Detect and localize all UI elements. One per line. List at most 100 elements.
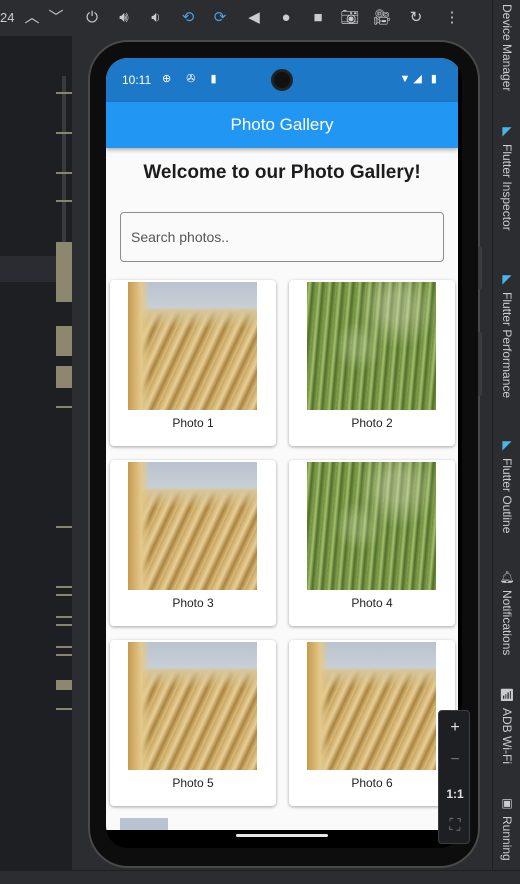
gutter-mark — [56, 586, 72, 588]
tab-flutter-inspector[interactable]: ◤ Flutter Inspector — [493, 124, 520, 231]
zoom-actual-size-button[interactable]: 1:1 — [439, 779, 471, 809]
phone-screen[interactable]: 10:11 ⊕ ✇ ▮ ▼◢ ▮ Photo Gallery Welcome t… — [106, 58, 458, 830]
running-device-icon: ▣ — [501, 796, 513, 810]
status-notification-icons: ⊕ ✇ ▮ — [162, 73, 223, 85]
phone-side-button — [478, 332, 482, 396]
home-gesture-pill[interactable] — [236, 834, 328, 837]
search-field[interactable] — [120, 212, 444, 262]
tab-label: Flutter Outline — [500, 458, 514, 534]
zoom-in-button[interactable]: + — [439, 713, 471, 743]
device-view: 10:11 ⊕ ✇ ▮ ▼◢ ▮ Photo Gallery Welcome t… — [72, 36, 492, 870]
photo-caption: Photo 1 — [172, 416, 214, 430]
scroll-gutter[interactable] — [56, 76, 72, 776]
welcome-heading: Welcome to our Photo Gallery! — [143, 162, 421, 183]
photo-grid[interactable]: Photo 1 Photo 2 Photo 3 Photo 4 Photo 5 … — [106, 278, 458, 830]
photo-card[interactable]: Photo 6 — [289, 640, 455, 806]
gutter-mark — [56, 654, 72, 656]
status-strip — [0, 870, 520, 884]
tab-adb-wifi[interactable]: 📶︎ ADB Wi-Fi — [493, 688, 520, 764]
tab-label: Device Manager — [500, 4, 514, 92]
app-bar: Photo Gallery — [106, 102, 458, 148]
tab-running-devices[interactable]: ▣ Running — [493, 796, 520, 861]
gutter-block — [56, 326, 72, 356]
photo-image[interactable] — [307, 462, 436, 590]
toolbar-left-text: 24 — [0, 10, 15, 25]
phone-bezel: 10:11 ⊕ ✇ ▮ ▼◢ ▮ Photo Gallery Welcome t… — [106, 58, 462, 848]
photo-caption: Photo 5 — [172, 776, 214, 790]
tab-label: Running — [500, 816, 514, 861]
gutter-mark — [56, 200, 72, 202]
photo-card[interactable]: Photo 5 — [110, 640, 276, 806]
app-title: Photo Gallery — [230, 115, 334, 134]
back-icon[interactable]: ◀ — [244, 8, 264, 28]
photo-caption: Photo 3 — [172, 596, 214, 610]
photo-image[interactable] — [128, 462, 257, 590]
phone-frame: 10:11 ⊕ ✇ ▮ ▼◢ ▮ Photo Gallery Welcome t… — [88, 40, 480, 868]
gutter-mark — [56, 406, 72, 408]
photo-image[interactable] — [128, 642, 257, 770]
phone-side-button — [478, 246, 482, 290]
photo-card[interactable]: Photo 3 — [110, 460, 276, 626]
flutter-icon: ◤ — [502, 438, 512, 452]
photo-image[interactable] — [128, 282, 257, 410]
tab-label: Notifications — [500, 590, 514, 656]
gutter-mark — [56, 708, 72, 710]
search-input[interactable] — [121, 213, 443, 261]
tab-flutter-outline[interactable]: ◤ Flutter Outline — [493, 438, 520, 533]
video-icon[interactable]: 🎥︎ — [372, 8, 392, 28]
status-system-icons: ▼◢ ▮ — [399, 73, 440, 85]
flutter-icon: ◤ — [502, 272, 512, 286]
tab-device-manager[interactable]: Device Manager — [493, 4, 520, 91]
volume-up-icon[interactable]: 🔊︎ — [114, 8, 134, 28]
tab-notifications[interactable]: 🔔︎ Notifications — [493, 570, 520, 655]
gutter-mark — [56, 92, 72, 94]
tab-label: Flutter Performance — [500, 292, 514, 399]
gutter-mark — [56, 646, 72, 648]
wifi-icon: 📶︎ — [499, 688, 515, 702]
zoom-out-button[interactable]: − — [439, 745, 471, 775]
front-camera-icon — [271, 69, 293, 91]
rotate-left-icon[interactable]: ⟲ — [178, 8, 198, 28]
tool-window-bar: Device Manager ◤ Flutter Inspector ◤ Flu… — [492, 0, 520, 870]
tab-label: Flutter Inspector — [500, 144, 514, 231]
zoom-controls: + − 1:1 ⛶ — [438, 710, 470, 844]
replay-icon[interactable]: ↻ — [406, 8, 426, 28]
gutter-mark — [56, 132, 72, 134]
status-time: 10:11 — [122, 73, 152, 87]
overview-icon[interactable]: ■ — [308, 8, 328, 28]
status-bar: 10:11 ⊕ ✇ ▮ ▼◢ ▮ — [106, 58, 458, 102]
gutter-mark — [56, 172, 72, 174]
more-icon[interactable]: ⋮ — [442, 8, 462, 28]
photo-image[interactable] — [307, 282, 436, 410]
gutter-mark — [56, 624, 72, 626]
rotate-right-icon[interactable]: ⟳ — [210, 8, 230, 28]
gutter-mark — [56, 594, 72, 596]
gesture-nav-bar — [106, 830, 458, 848]
tab-flutter-performance[interactable]: ◤ Flutter Performance — [493, 272, 520, 398]
photo-caption: Photo 4 — [351, 596, 393, 610]
power-icon[interactable]: ⏻ — [82, 8, 102, 28]
photo-caption: Photo 2 — [351, 416, 393, 430]
zoom-fit-button[interactable]: ⛶ — [439, 811, 471, 841]
photo-card[interactable]: Photo 4 — [289, 460, 455, 626]
gutter-block — [56, 680, 72, 690]
photo-card[interactable]: Photo 1 — [110, 280, 276, 446]
emulator-toolbar: 24 ︿ ﹀ ⏻ 🔊︎ 🔉︎ ⟲ ⟳ ◀ ● ■ 📷︎ 🎥︎ ↻ ⋮ — [0, 0, 492, 36]
scroll-track[interactable] — [62, 76, 66, 246]
home-icon[interactable]: ● — [276, 8, 296, 28]
gutter-block — [56, 242, 72, 302]
gutter-mark — [56, 526, 72, 528]
chevron-down-icon[interactable]: ﹀ — [46, 8, 66, 28]
chevron-up-icon[interactable]: ︿ — [22, 8, 42, 28]
gutter-mark — [56, 616, 72, 618]
photo-card[interactable]: Photo 2 — [289, 280, 455, 446]
photo-image[interactable] — [307, 642, 436, 770]
gutter-block — [56, 366, 72, 388]
flutter-icon: ◤ — [502, 124, 512, 138]
highlighted-line — [0, 256, 56, 282]
next-photo-peek — [120, 818, 168, 830]
bell-icon: 🔔︎ — [499, 570, 515, 584]
photo-caption: Photo 6 — [351, 776, 393, 790]
volume-down-icon[interactable]: 🔉︎ — [146, 8, 166, 28]
camera-icon[interactable]: 📷︎ — [340, 8, 360, 28]
